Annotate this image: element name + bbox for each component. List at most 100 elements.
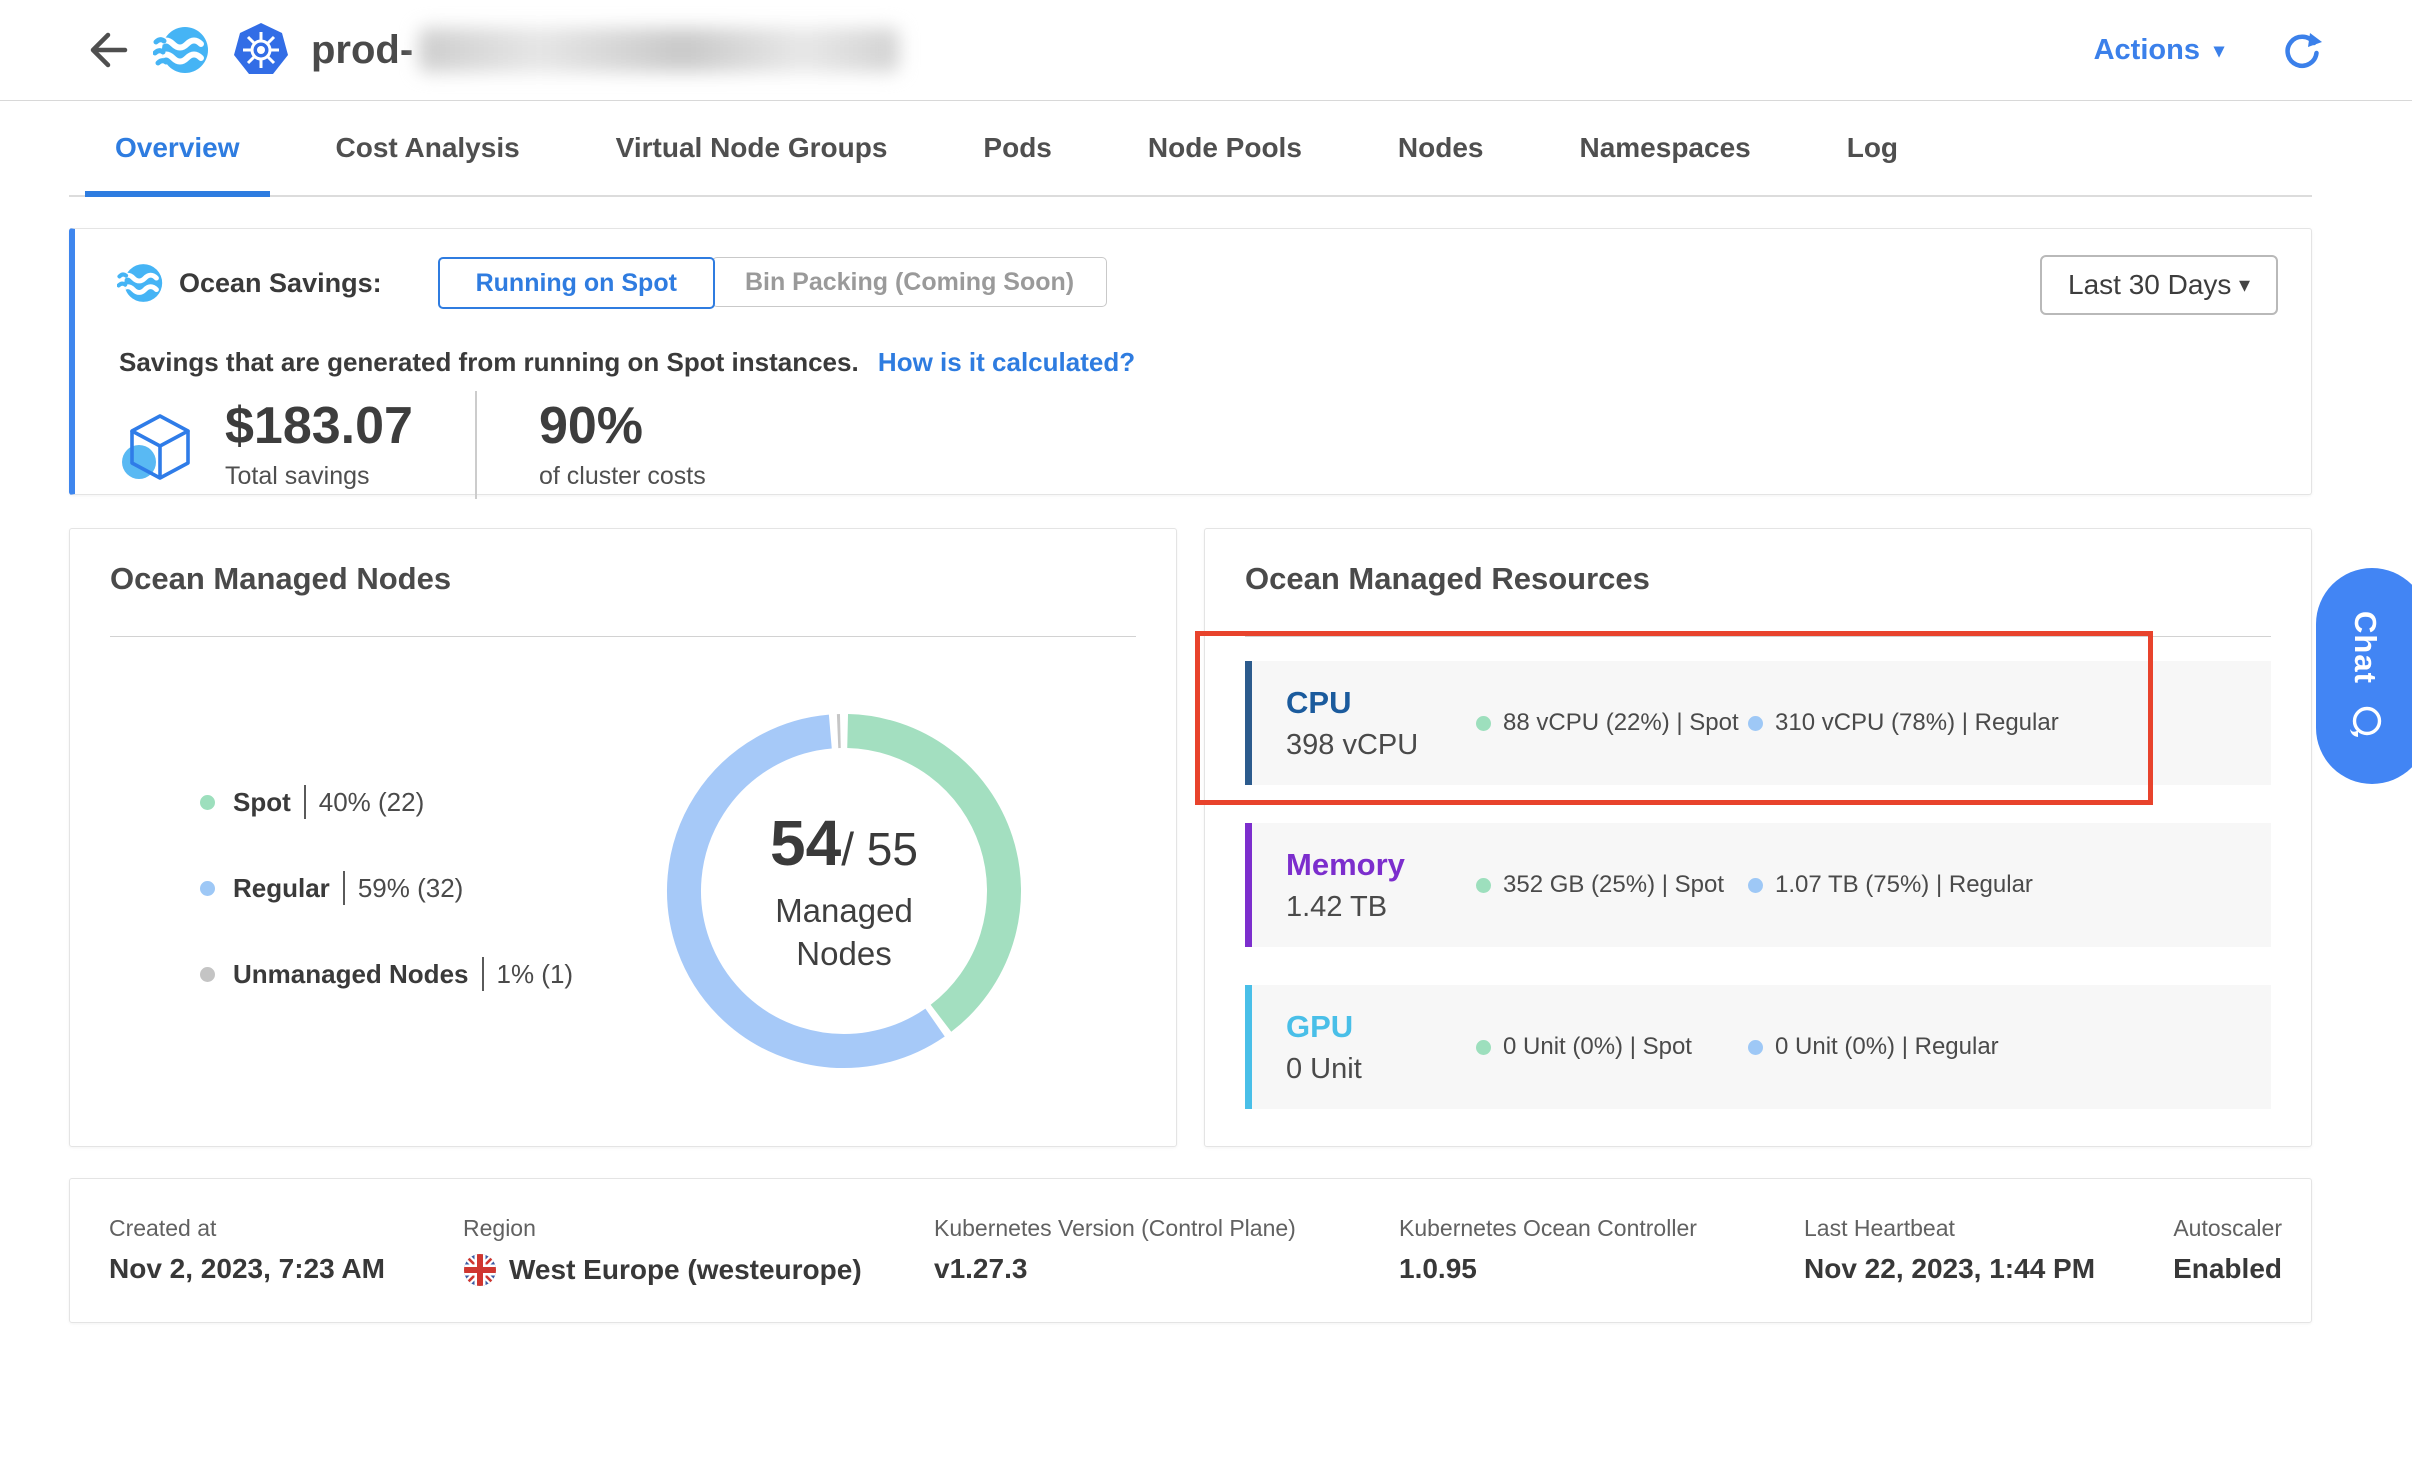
percent-block: 90% of cluster costs [539, 399, 706, 491]
total-savings-block: $183.07 Total savings [225, 399, 413, 491]
footer-value: Nov 22, 2023, 1:44 PM [1804, 1253, 2095, 1285]
nodes-card-title: Ocean Managed Nodes [110, 561, 451, 597]
region-text: West Europe (westeurope) [509, 1254, 862, 1286]
legend-separator [304, 785, 306, 819]
memory-name: Memory [1286, 847, 1476, 883]
legend-item-spot: Spot 40% (22) [200, 781, 573, 823]
savings-description: Savings that are generated from running … [119, 347, 859, 377]
legend-separator [482, 957, 484, 991]
cluster-title: prod- [311, 28, 899, 73]
back-arrow-icon[interactable] [85, 27, 131, 73]
footer-value: v1.27.3 [934, 1253, 1027, 1285]
tab-bar: Overview Cost Analysis Virtual Node Grou… [69, 101, 2312, 197]
memory-spot-stat: 352 GB (25%) | Spot [1476, 871, 1748, 899]
managed-nodes-donut-chart: 54/ 55 Managed Nodes [666, 713, 1022, 1069]
gpu-name: GPU [1286, 1009, 1476, 1045]
savings-description-row: Savings that are generated from running … [119, 347, 1135, 378]
ocean-savings-card: Ocean Savings: Running on Spot Bin Packi… [69, 228, 2312, 495]
legend-value: 59% (32) [358, 873, 464, 904]
gpu-total: 0 Unit [1286, 1053, 1476, 1086]
actions-button[interactable]: Actions ▾ [2094, 34, 2224, 67]
savings-stats-row: $183.07 Total savings 90% of cluster cos… [119, 391, 706, 499]
footer-label: Autoscaler [2173, 1215, 2282, 1242]
stats-divider [475, 391, 477, 499]
chat-label: Chat [2347, 611, 2383, 684]
actions-label: Actions [2094, 34, 2200, 67]
memory-label-col: Memory 1.42 TB [1286, 847, 1476, 924]
cluster-title-prefix: prod- [311, 28, 413, 73]
footer-label: Region [463, 1215, 536, 1242]
ocean-logo-icon [153, 22, 209, 78]
legend-label: Spot [233, 787, 291, 818]
managed-count: 54 [770, 807, 841, 879]
tab-node-pools[interactable]: Node Pools [1118, 101, 1332, 195]
footer-value: West Europe (westeurope) [463, 1253, 862, 1287]
tab-namespaces[interactable]: Namespaces [1549, 101, 1780, 195]
footer-label: Last Heartbeat [1804, 1215, 1955, 1242]
gpu-regular-text: 0 Unit (0%) | Regular [1775, 1033, 1999, 1061]
running-on-spot-toggle[interactable]: Running on Spot [438, 257, 715, 309]
kubernetes-logo-icon [231, 20, 291, 80]
spot-dot-icon [200, 795, 215, 810]
gpu-spot-stat: 0 Unit (0%) | Spot [1476, 1033, 1748, 1061]
legend-value: 1% (1) [497, 959, 574, 990]
total-savings-caption: Total savings [225, 462, 413, 491]
footer-label: Kubernetes Version (Control Plane) [934, 1215, 1296, 1242]
gpu-resource-row: GPU 0 Unit 0 Unit (0%) | Spot 0 Unit (0%… [1245, 985, 2271, 1109]
resources-card-title: Ocean Managed Resources [1245, 561, 1650, 597]
donut-count: 54/ 55 [770, 806, 918, 880]
unmanaged-dot-icon [200, 967, 215, 982]
legend-item-regular: Regular 59% (32) [200, 867, 573, 909]
gpu-regular-stat: 0 Unit (0%) | Regular [1748, 1033, 1999, 1061]
donut-caption: Managed Nodes [775, 890, 913, 976]
gpu-label-col: GPU 0 Unit [1286, 1009, 1476, 1086]
cube-icon [119, 404, 201, 486]
percent-caption: of cluster costs [539, 462, 706, 491]
period-value: Last 30 Days [2068, 269, 2231, 301]
ocean-managed-nodes-card: Ocean Managed Nodes Spot 40% (22) Regula… [69, 528, 1177, 1147]
memory-spot-text: 352 GB (25%) | Spot [1503, 871, 1724, 899]
regular-dot-icon [1748, 1040, 1763, 1055]
tab-virtual-node-groups[interactable]: Virtual Node Groups [586, 101, 918, 195]
legend-label: Unmanaged Nodes [233, 959, 469, 990]
memory-regular-text: 1.07 TB (75%) | Regular [1775, 871, 2033, 899]
regular-dot-icon [200, 881, 215, 896]
chevron-down-icon: ▾ [2239, 272, 2250, 298]
tab-pods[interactable]: Pods [953, 101, 1081, 195]
legend-separator [343, 871, 345, 905]
donut-center-text: 54/ 55 Managed Nodes [666, 713, 1022, 1069]
period-dropdown[interactable]: Last 30 Days ▾ [2040, 255, 2278, 315]
footer-value: 1.0.95 [1399, 1253, 1477, 1285]
gpu-spot-text: 0 Unit (0%) | Spot [1503, 1033, 1692, 1061]
header-actions: Actions ▾ [2094, 0, 2322, 101]
cpu-highlight-annotation [1195, 631, 2153, 805]
spot-dot-icon [1476, 878, 1491, 893]
chat-bubble-icon [2346, 703, 2384, 741]
spot-dot-icon [1476, 1040, 1491, 1055]
tab-nodes[interactable]: Nodes [1368, 101, 1514, 195]
tab-overview[interactable]: Overview [85, 101, 270, 195]
refresh-icon[interactable] [2282, 31, 2322, 71]
legend-item-unmanaged: Unmanaged Nodes 1% (1) [200, 953, 573, 995]
memory-resource-row: Memory 1.42 TB 352 GB (25%) | Spot 1.07 … [1245, 823, 2271, 947]
legend-label: Regular [233, 873, 330, 904]
tab-cost-analysis[interactable]: Cost Analysis [306, 101, 550, 195]
bin-packing-toggle[interactable]: Bin Packing (Coming Soon) [712, 257, 1107, 307]
how-calculated-link[interactable]: How is it calculated? [878, 347, 1135, 377]
total-savings-value: $183.07 [225, 399, 413, 454]
footer-value: Enabled [2173, 1253, 2282, 1285]
memory-regular-stat: 1.07 TB (75%) | Regular [1748, 871, 2033, 899]
percent-value: 90% [539, 399, 706, 454]
divider [110, 636, 1136, 637]
chevron-down-icon: ▾ [2214, 38, 2224, 63]
legend-value: 40% (22) [319, 787, 425, 818]
footer-value: Nov 2, 2023, 7:23 AM [109, 1253, 385, 1285]
savings-label: Ocean Savings: [179, 268, 382, 299]
chat-button[interactable]: Chat [2316, 568, 2412, 784]
footer-label: Kubernetes Ocean Controller [1399, 1215, 1697, 1242]
tab-log[interactable]: Log [1817, 101, 1928, 195]
header: prod- Actions ▾ [0, 0, 2412, 101]
memory-total: 1.42 TB [1286, 891, 1476, 924]
cluster-name-redacted [419, 28, 899, 72]
savings-header-row: Ocean Savings: Running on Spot Bin Packi… [117, 257, 1107, 309]
